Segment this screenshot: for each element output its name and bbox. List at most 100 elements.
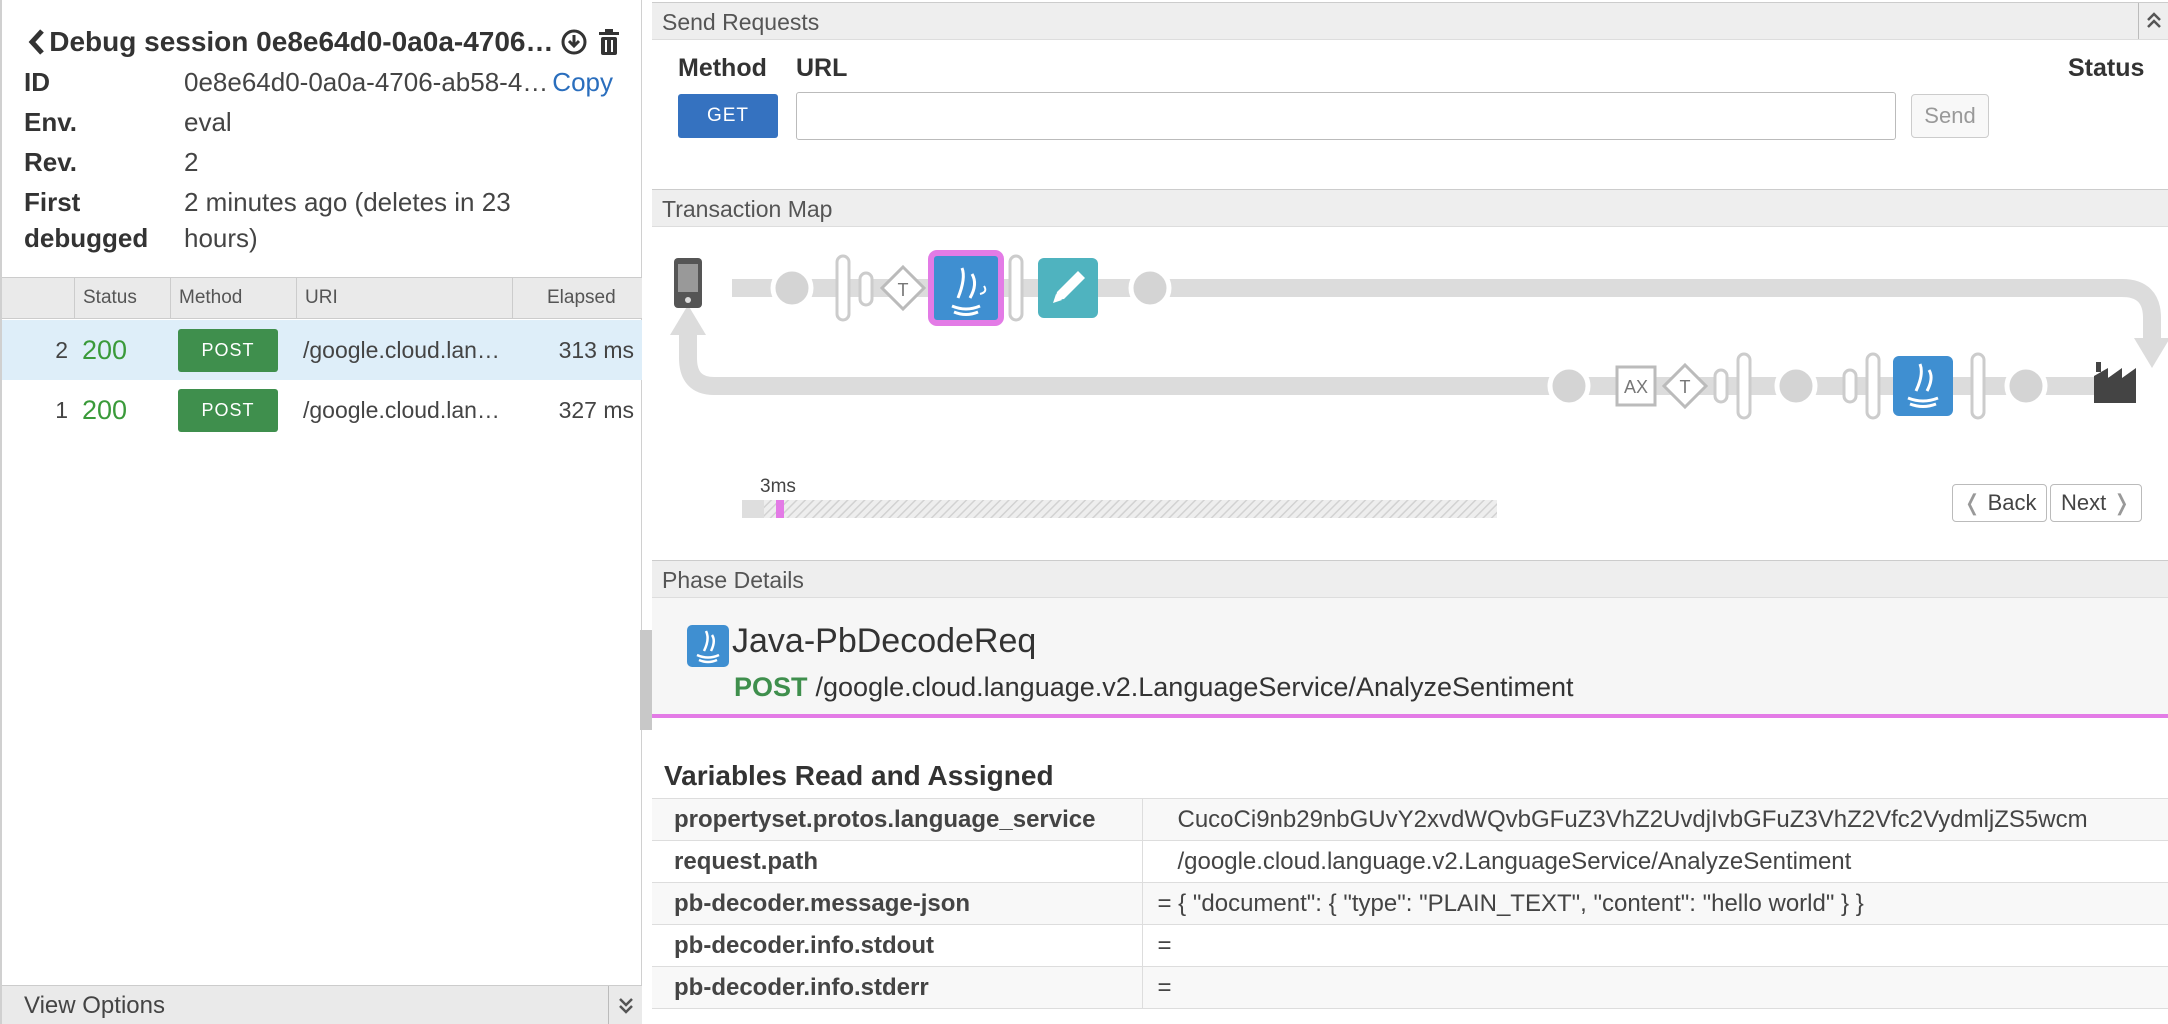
transaction-row[interactable]: 2 200 POST /google.cloud.lan… 313 ms xyxy=(2,320,642,380)
row-number: 2 xyxy=(55,337,68,363)
variable-row: request.path /google.cloud.language.v2.L… xyxy=(652,840,2168,883)
copy-link[interactable]: Copy xyxy=(552,64,613,100)
next-button[interactable]: Next ❭ xyxy=(2050,484,2142,522)
client-phone-icon[interactable] xyxy=(674,258,702,308)
variables-title: Variables Read and Assigned xyxy=(664,760,1054,791)
phase-path: /google.cloud.language.v2.LanguageServic… xyxy=(815,672,1574,702)
flow-separator-bar xyxy=(1970,352,1986,420)
variable-name: pb-decoder.info.stdout xyxy=(652,924,1143,967)
condition-diamond-icon[interactable]: T xyxy=(879,264,927,312)
ax-label: AX xyxy=(1624,377,1648,397)
variable-value: CucoCi9nb29nbGUvY2xvdWQvbGFuZ3VhZ2UvdjIv… xyxy=(1142,798,2168,841)
row-uri: /google.cloud.lan… xyxy=(303,397,500,423)
row-elapsed: 313 ms xyxy=(558,337,634,363)
access-extension-icon[interactable]: AX xyxy=(1615,365,1657,407)
method-select-button[interactable]: GET xyxy=(678,94,778,138)
url-input[interactable] xyxy=(796,92,1896,140)
rev-value: 2 xyxy=(184,147,199,177)
send-requests-title: Send Requests xyxy=(662,9,820,35)
env-row: Env. eval xyxy=(24,104,232,140)
flow-step-circle[interactable] xyxy=(1128,266,1172,310)
variable-value: = xyxy=(1142,966,2168,1009)
flow-separator-bar xyxy=(1736,352,1752,420)
row-method-badge: POST xyxy=(178,329,278,372)
response-arrow-icon xyxy=(670,305,706,335)
column-index xyxy=(2,278,74,318)
row-number: 1 xyxy=(55,397,68,423)
phase-method: POST xyxy=(734,672,808,702)
send-button[interactable]: Send xyxy=(1911,94,1989,138)
phase-details-header: Phase Details xyxy=(652,560,2168,598)
java-policy-icon[interactable] xyxy=(1893,356,1953,416)
target-factory-icon[interactable] xyxy=(2094,362,2136,403)
next-chevron-small-icon: ❭ xyxy=(2112,490,2131,515)
column-uri[interactable]: URI xyxy=(296,278,512,318)
method-label: Method xyxy=(678,54,767,82)
flow-step-circle[interactable] xyxy=(2004,364,2048,408)
send-requests-header: Send Requests xyxy=(652,2,2168,40)
variable-name: pb-decoder.info.stderr xyxy=(652,966,1143,1009)
collapse-chevron-icon[interactable] xyxy=(2138,3,2168,39)
flow-separator-bar xyxy=(1865,352,1881,420)
row-status: 200 xyxy=(82,335,128,365)
condition-label: T xyxy=(1680,377,1691,397)
row-elapsed: 327 ms xyxy=(558,397,634,423)
variable-name: propertyset.protos.language_service xyxy=(652,798,1143,841)
expand-chevron-icon[interactable] xyxy=(608,986,642,1024)
trash-icon[interactable] xyxy=(595,27,624,57)
first-debugged-label: First debugged xyxy=(24,184,184,256)
transaction-map-title: Transaction Map xyxy=(662,196,833,222)
flow-separator-bar xyxy=(835,254,851,322)
request-arrow-icon xyxy=(2134,338,2168,368)
variable-value: = xyxy=(1142,924,2168,967)
java-policy-selected-icon[interactable] xyxy=(928,250,1004,326)
url-label: URL xyxy=(796,54,848,82)
column-status[interactable]: Status xyxy=(74,278,170,318)
view-options-label: View Options xyxy=(24,992,165,1019)
first-debugged-row: First debugged 2 minutes ago (deletes in… xyxy=(24,184,511,256)
column-elapsed[interactable]: Elapsed xyxy=(512,278,642,318)
transactions-table-header: Status Method URI Elapsed xyxy=(2,277,642,319)
column-method[interactable]: Method xyxy=(170,278,296,318)
phase-details-title: Phase Details xyxy=(662,567,804,593)
phase-summary: Java-PbDecodeReq POST/google.cloud.langu… xyxy=(652,598,2168,718)
flow-separator-bar xyxy=(1713,368,1729,404)
download-icon[interactable] xyxy=(560,27,589,57)
variable-value: = { "document": { "type": "PLAIN_TEXT", … xyxy=(1142,882,2168,925)
timeline-current-marker[interactable] xyxy=(776,500,784,518)
flow-separator-bar xyxy=(1008,254,1024,322)
transaction-map-header: Transaction Map xyxy=(652,189,2168,227)
back-chevron-small-icon: ❬ xyxy=(1963,490,1982,515)
row-method-badge: POST xyxy=(178,389,278,432)
timeline-bar[interactable] xyxy=(742,500,1497,518)
timeline-segment[interactable] xyxy=(742,500,764,518)
condition-diamond-icon[interactable]: T xyxy=(1661,362,1709,410)
panel-resize-handle[interactable] xyxy=(640,630,652,730)
variable-name: pb-decoder.message-json xyxy=(652,882,1143,925)
timeline-label: 3ms xyxy=(760,476,796,497)
flow-separator-bar xyxy=(1842,368,1858,404)
view-options-bar[interactable]: View Options xyxy=(2,985,642,1024)
phase-request-line: POST/google.cloud.language.v2.LanguageSe… xyxy=(734,672,1574,703)
java-icon xyxy=(687,625,729,667)
flow-step-circle[interactable] xyxy=(1547,364,1591,408)
row-status: 200 xyxy=(82,395,128,425)
back-chevron-icon[interactable] xyxy=(24,25,49,59)
back-button[interactable]: ❬ Back xyxy=(1952,484,2048,522)
session-header: Debug session 0e8e64d0-0a0a-4706-a… xyxy=(24,22,624,62)
env-label: Env. xyxy=(24,107,77,137)
session-title: Debug session 0e8e64d0-0a0a-4706-a… xyxy=(49,26,554,57)
debug-session-panel: Debug session 0e8e64d0-0a0a-4706-a… ID 0… xyxy=(0,0,642,1024)
assign-message-edit-icon[interactable] xyxy=(1038,258,1098,318)
transaction-row[interactable]: 1 200 POST /google.cloud.lan… 327 ms xyxy=(2,380,642,440)
variable-row: propertyset.protos.language_service Cuco… xyxy=(652,798,2168,841)
flow-step-circle[interactable] xyxy=(1774,364,1818,408)
variable-row: pb-decoder.message-json = { "document": … xyxy=(652,882,2168,925)
transaction-map: T T AX 3ms xyxy=(670,250,2168,518)
rev-label: Rev. xyxy=(24,147,77,177)
main-panel: Send Requests Method URL Status GET Send… xyxy=(652,0,2168,1024)
variable-value: /google.cloud.language.v2.LanguageServic… xyxy=(1142,840,2168,883)
flow-step-circle[interactable] xyxy=(770,266,814,310)
status-label: Status xyxy=(2068,54,2145,82)
first-label-line1: First xyxy=(24,187,81,217)
